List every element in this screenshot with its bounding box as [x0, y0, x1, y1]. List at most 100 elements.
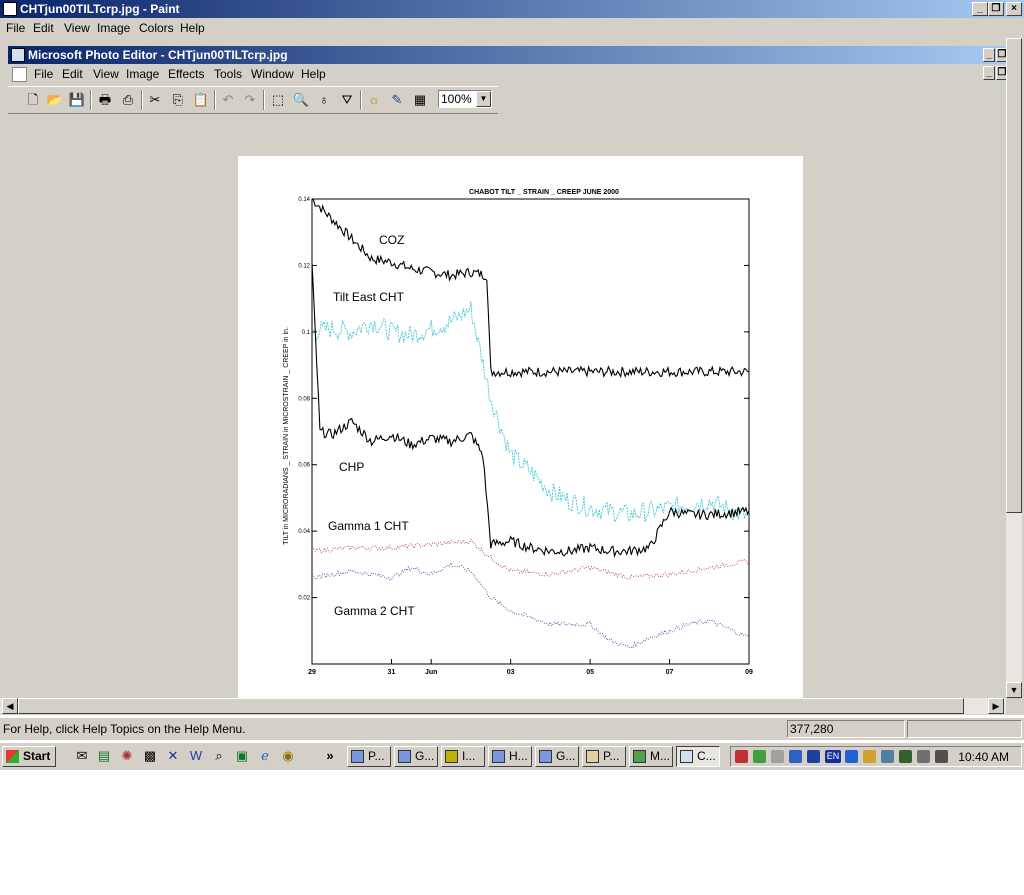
- pe-menu-help[interactable]: Help: [301, 67, 326, 81]
- network-tray-icon[interactable]: [789, 750, 802, 763]
- pe-menu-tools[interactable]: Tools: [214, 67, 242, 81]
- pen-icon[interactable]: ✎: [388, 91, 406, 109]
- menu-file[interactable]: File: [6, 21, 25, 35]
- help-tray-icon[interactable]: [863, 750, 876, 763]
- zoom-value: 100%: [441, 92, 472, 106]
- computer-tray-icon[interactable]: [935, 750, 948, 763]
- tools-icon[interactable]: ✕: [165, 748, 181, 764]
- pe-menu-image[interactable]: Image: [126, 67, 159, 81]
- task-label: I...: [462, 749, 476, 763]
- printer-tray-icon[interactable]: [917, 750, 930, 763]
- vertical-scrollbar[interactable]: ▼: [1006, 38, 1022, 698]
- task-button[interactable]: G...: [535, 746, 579, 767]
- toolbar-separator: [141, 90, 143, 110]
- messenger-icon[interactable]: ◉: [280, 748, 296, 764]
- properties-icon[interactable]: ▦: [411, 91, 429, 109]
- menu-view[interactable]: View: [64, 21, 90, 35]
- quick-launch-more-icon[interactable]: »: [322, 748, 338, 764]
- start-button[interactable]: Start: [2, 746, 56, 767]
- document-icon[interactable]: [12, 67, 27, 82]
- scroll-down-button[interactable]: ▼: [1006, 682, 1022, 698]
- horizontal-scrollbar[interactable]: ◀ ▶: [0, 698, 1006, 714]
- scroll-left-button[interactable]: ◀: [2, 698, 18, 714]
- internet-explorer-icon[interactable]: ℯ: [257, 748, 273, 764]
- status-help-text: For Help, click Help Topics on the Help …: [3, 722, 246, 736]
- sharpen-icon[interactable]: ☼: [365, 91, 383, 109]
- smudge-icon[interactable]: ♁: [315, 91, 333, 109]
- status-coordinates: 377,280: [787, 720, 905, 738]
- doc-minimize-button[interactable]: _: [983, 66, 995, 80]
- restore-button[interactable]: ❐: [988, 2, 1004, 16]
- y-tick-label: 0.12: [298, 263, 310, 269]
- settings-tray-icon[interactable]: [881, 750, 894, 763]
- task-button-active[interactable]: C...: [676, 746, 720, 767]
- print-icon[interactable]: 🖶: [96, 91, 114, 109]
- photo-editor-icon[interactable]: [11, 48, 25, 62]
- word-icon[interactable]: W: [188, 748, 204, 764]
- menu-image[interactable]: Image: [97, 21, 130, 35]
- task-label: G...: [415, 749, 435, 763]
- menu-help[interactable]: Help: [180, 21, 205, 35]
- menu-colors[interactable]: Colors: [139, 21, 174, 35]
- clock[interactable]: 10:40 AM: [958, 750, 1009, 764]
- pe-menu-view[interactable]: View: [93, 67, 119, 81]
- pe-menu-file[interactable]: File: [34, 67, 53, 81]
- x-tick-label: 03: [507, 669, 515, 676]
- zoom-icon[interactable]: 🔍: [292, 91, 310, 109]
- photo-image: CHABOT TILT _ STRAIN _ CREEP JUNE 2000 T…: [238, 156, 803, 698]
- task-label: H...: [509, 749, 528, 763]
- pe-minimize-button[interactable]: _: [983, 48, 995, 62]
- menu-edit[interactable]: Edit: [33, 21, 54, 35]
- annotation-chp: CHP: [339, 460, 364, 474]
- volume-icon[interactable]: [771, 750, 784, 763]
- toolbar-separator: [263, 90, 265, 110]
- sync-icon[interactable]: [753, 750, 766, 763]
- antivirus-icon[interactable]: [735, 750, 748, 763]
- scroll-right-button[interactable]: ▶: [988, 698, 1004, 714]
- task-app-icon: [586, 750, 599, 763]
- task-button[interactable]: P...: [347, 746, 391, 767]
- transparency-icon[interactable]: ⛛: [338, 91, 356, 109]
- task-label: G...: [556, 749, 576, 763]
- task-button[interactable]: H...: [488, 746, 532, 767]
- open-icon[interactable]: 📂: [46, 91, 64, 109]
- paint-window-title: CHTjun00TILTcrp.jpg - Paint: [20, 2, 180, 16]
- toolbar-separator: [360, 90, 362, 110]
- task-button[interactable]: P...: [582, 746, 626, 767]
- chevron-down-icon[interactable]: ▼: [476, 91, 491, 107]
- taskbar: Start ✉ ▤ ✺ ▩ ✕ W ⌕ ▣ ℯ ◉ » P... G... I.…: [0, 742, 1024, 770]
- task-button[interactable]: G...: [394, 746, 438, 767]
- pe-menu-window[interactable]: Window: [251, 67, 294, 81]
- scan-icon[interactable]: ⎙: [119, 91, 137, 109]
- excel-icon[interactable]: ▤: [96, 748, 112, 764]
- outlook-icon[interactable]: ✉: [74, 748, 90, 764]
- close-button[interactable]: ×: [1006, 2, 1022, 16]
- minimize-button[interactable]: _: [972, 2, 988, 16]
- vertical-scroll-thumb[interactable]: [1006, 38, 1022, 513]
- paint-app-icon[interactable]: [3, 2, 17, 16]
- horizontal-scroll-thumb[interactable]: [18, 698, 964, 714]
- search-icon[interactable]: ⌕: [211, 748, 227, 764]
- display-tray-icon[interactable]: [899, 750, 912, 763]
- paste-icon[interactable]: 📋: [192, 91, 210, 109]
- excel-doc-icon[interactable]: ▣: [234, 748, 250, 764]
- language-indicator[interactable]: EN: [825, 750, 841, 763]
- new-icon[interactable]: 🗋: [24, 91, 42, 109]
- copy-icon[interactable]: ⎘: [169, 91, 187, 109]
- photo-editor-toolbar: 🗋 📂 💾 🖶 ⎙ ✂ ⎘ 📋 ↶ ↷ ⬚ 🔍 ♁ ⛛ ☼ ✎ ▦ 100% ▼: [8, 86, 498, 114]
- cut-icon[interactable]: ✂: [146, 91, 164, 109]
- network-icon[interactable]: ✺: [119, 748, 135, 764]
- select-icon[interactable]: ⬚: [269, 91, 287, 109]
- task-button[interactable]: I...: [441, 746, 485, 767]
- pe-menu-edit[interactable]: Edit: [62, 67, 83, 81]
- zoom-select[interactable]: 100% ▼: [438, 90, 492, 108]
- save-icon[interactable]: 💾: [68, 91, 86, 109]
- task-button[interactable]: M...: [629, 746, 673, 767]
- calculator-icon[interactable]: ▩: [142, 748, 158, 764]
- undo-icon[interactable]: ↶: [219, 91, 237, 109]
- status-size: [907, 720, 1022, 738]
- pe-menu-effects[interactable]: Effects: [168, 67, 204, 81]
- arrow-icon[interactable]: [845, 750, 858, 763]
- shield-icon[interactable]: [807, 750, 820, 763]
- redo-icon[interactable]: ↷: [241, 91, 259, 109]
